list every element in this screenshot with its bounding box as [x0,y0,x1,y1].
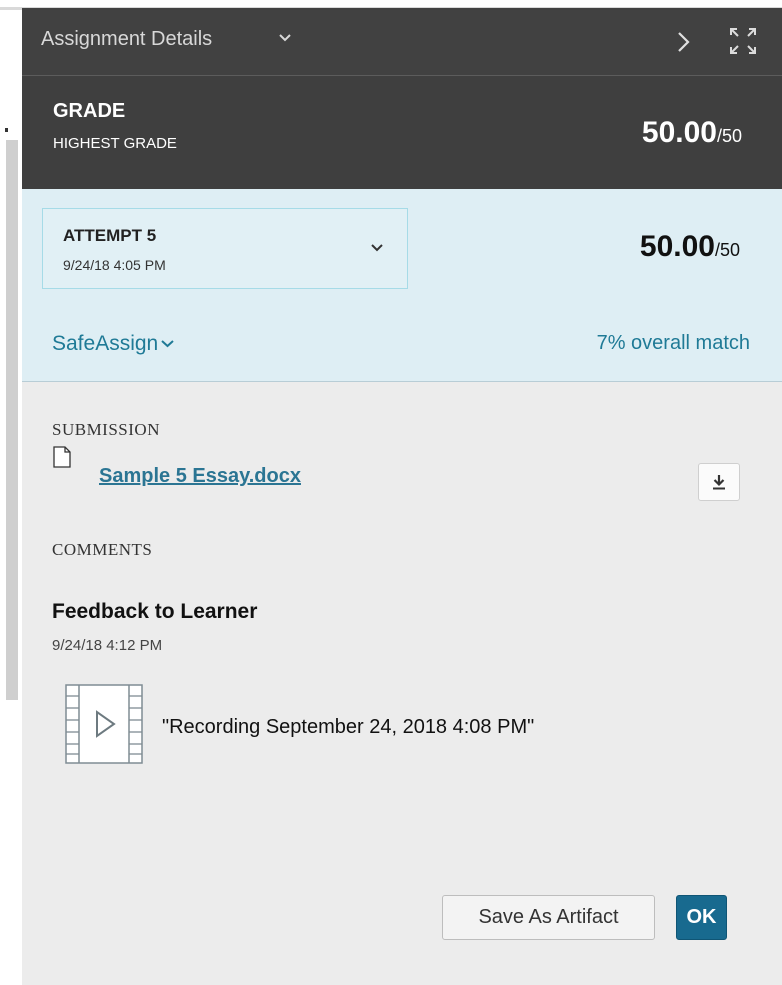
comments-heading: COMMENTS [52,540,153,559]
grade-summary: GRADE HIGHEST GRADE 50.00/50 [22,76,782,189]
expand-icon[interactable] [729,27,757,55]
screen: Assignment Details GRADE HIGHEST GRADE 5… [0,0,782,985]
safeassign-match-link[interactable]: 7% overall match [597,332,750,355]
save-as-artifact-button[interactable]: Save As Artifact [442,895,655,940]
attempt-selector[interactable]: ATTEMPT 5 9/24/18 4:05 PM [42,208,408,289]
ok-button[interactable]: OK [676,895,727,940]
chevron-right-icon[interactable] [676,30,692,54]
chevron-down-icon [371,244,383,252]
grade-subtitle: HIGHEST GRADE [53,135,177,152]
chevron-down-icon[interactable] [278,32,292,44]
grade-title: GRADE [53,100,126,122]
download-button[interactable] [698,463,740,501]
safeassign-dropdown[interactable]: SafeAssign [52,332,174,356]
assignment-details-panel: Assignment Details GRADE HIGHEST GRADE 5… [22,8,782,985]
feedback-date: 9/24/18 4:12 PM [52,637,163,654]
grade-possible: /50 [716,126,742,146]
background-mark [5,128,8,132]
attempt-possible: /50 [714,240,740,260]
attempt-score: 50.00/50 [640,230,740,264]
background-scrollbar[interactable] [6,140,18,700]
attempt-label: ATTEMPT 5 [63,226,157,245]
attempt-section: ATTEMPT 5 9/24/18 4:05 PM 50.00/50 SafeA… [22,189,782,382]
chevron-down-icon [161,340,174,348]
download-icon [713,475,725,490]
grade-score: 50.00/50 [642,116,742,150]
safeassign-label: SafeAssign [52,332,159,355]
grade-value: 50.00 [641,116,717,149]
feedback-title: Feedback to Learner [52,600,258,623]
document-icon [53,446,71,468]
submission-file-link[interactable]: Sample 5 Essay.docx [99,465,301,488]
attempt-date: 9/24/18 4:05 PM [63,257,166,273]
submission-heading: SUBMISSION [52,420,160,439]
attempt-value: 50.00 [639,230,715,263]
video-play-icon[interactable] [65,684,143,764]
recording-link[interactable]: "Recording September 24, 2018 4:08 PM" [162,716,534,739]
panel-title[interactable]: Assignment Details [41,28,212,51]
panel-header: Assignment Details [22,8,782,76]
